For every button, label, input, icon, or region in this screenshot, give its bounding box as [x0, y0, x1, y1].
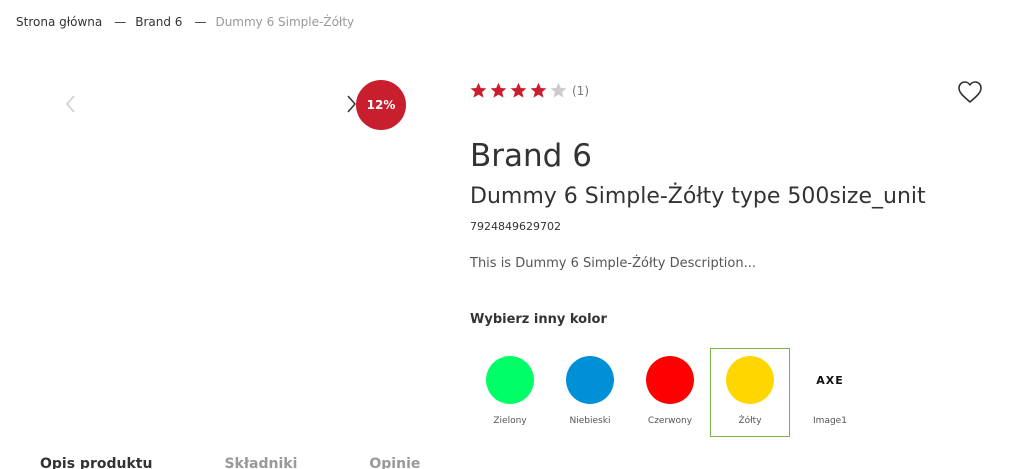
- product-rating[interactable]: (1): [470, 82, 589, 99]
- star-empty-icon: [550, 82, 567, 98]
- axe-logo: AXE: [816, 373, 844, 387]
- color-swatch-label: Zielony: [493, 416, 527, 426]
- star-filled-icon: [490, 82, 507, 98]
- breadcrumb-current: Dummy 6 Simple-Żółty: [215, 15, 355, 29]
- gallery-prev-button[interactable]: [64, 95, 78, 113]
- product-name: Dummy 6 Simple-Żółty type 500size_unit: [470, 184, 926, 209]
- rating-stars: [470, 82, 570, 99]
- heart-icon: [958, 81, 982, 103]
- product-tabs: Opis produktu Składniki Opinie: [40, 456, 492, 469]
- color-swatch-label: Żółty: [738, 416, 762, 426]
- color-dot: [646, 356, 694, 404]
- wishlist-button[interactable]: [957, 80, 983, 104]
- tab-opinie[interactable]: Opinie: [369, 456, 420, 469]
- color-swatch-czerwony[interactable]: Czerwony: [630, 348, 710, 437]
- product-ean: 7924849629702: [470, 220, 561, 233]
- color-swatch-niebieski[interactable]: Niebieski: [550, 348, 630, 437]
- color-swatch-label: Czerwony: [647, 416, 693, 426]
- star-filled-icon: [530, 82, 547, 98]
- tab-opis-produktu[interactable]: Opis produktu: [40, 456, 152, 469]
- tab-skladniki[interactable]: Składniki: [224, 456, 297, 469]
- rating-count: (1): [572, 83, 589, 98]
- breadcrumb: Strona główna — Brand 6 — Dummy 6 Simple…: [16, 15, 354, 29]
- color-picker-heading: Wybierz inny kolor: [470, 312, 607, 327]
- color-swatch-zolty[interactable]: Żółty: [710, 348, 790, 437]
- color-dot: [566, 356, 614, 404]
- breadcrumb-brand[interactable]: Brand 6: [135, 15, 182, 29]
- breadcrumb-separator: —: [114, 15, 127, 29]
- star-filled-icon: [510, 82, 527, 98]
- color-dot: [486, 356, 534, 404]
- color-swatches: Zielony Niebieski Czerwony Żółty AXE Ima…: [470, 348, 870, 437]
- product-description: This is Dummy 6 Simple-Żółty Description…: [470, 256, 757, 271]
- discount-badge: 12%: [356, 80, 406, 130]
- color-swatch-zielony[interactable]: Zielony: [470, 348, 550, 437]
- color-swatch-image1[interactable]: AXE Image1: [790, 348, 870, 437]
- breadcrumb-home[interactable]: Strona główna: [16, 15, 102, 29]
- chevron-left-icon: [66, 95, 75, 113]
- color-swatch-label: Image1: [813, 416, 847, 426]
- color-swatch-label: Niebieski: [569, 416, 611, 426]
- color-dot: [726, 356, 774, 404]
- breadcrumb-separator: —: [194, 15, 207, 29]
- product-brand: Brand 6: [470, 138, 592, 174]
- star-filled-icon: [470, 82, 487, 98]
